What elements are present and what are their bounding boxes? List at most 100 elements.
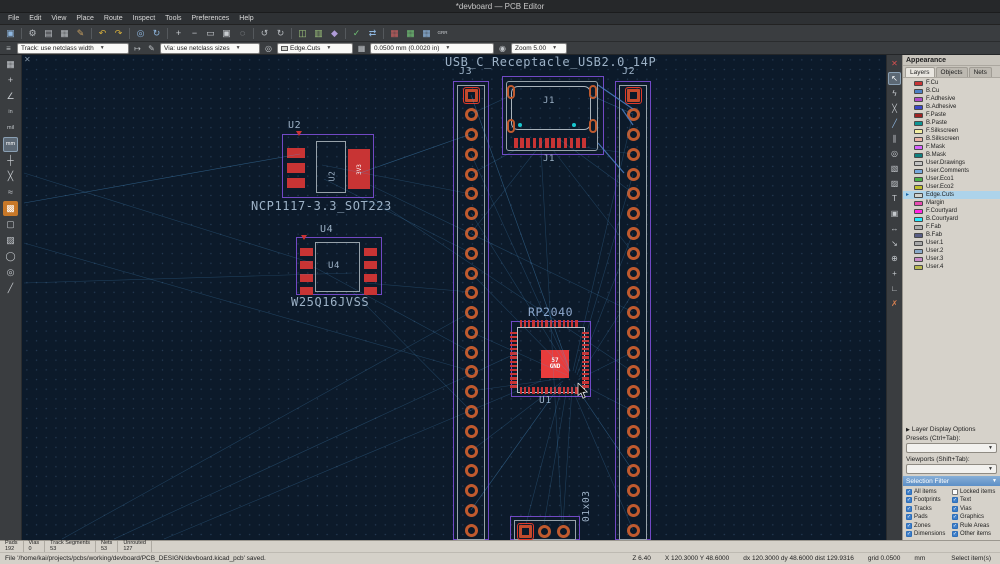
u1-pad-right[interactable] <box>582 344 589 346</box>
checkbox[interactable]: ✓ <box>952 531 958 537</box>
u1-pad-left[interactable] <box>510 377 517 379</box>
layer-row-user-3[interactable]: User.3 <box>903 255 1000 263</box>
find-icon[interactable]: ◎ <box>133 26 148 41</box>
drc-icon[interactable]: ✓ <box>349 26 364 41</box>
layer-color-swatch[interactable] <box>914 161 923 166</box>
auto-track-width-icon[interactable]: ↦ <box>132 43 143 54</box>
u4-pad-left[interactable] <box>300 261 313 269</box>
checkbox[interactable]: ✓ <box>906 489 912 495</box>
j3-pad[interactable] <box>465 405 478 418</box>
j2-pad[interactable] <box>627 464 640 477</box>
layer-row-f-mask[interactable]: F.Mask <box>903 143 1000 151</box>
units-inches-icon[interactable]: in <box>3 105 18 120</box>
layer-row-b-courtyard[interactable]: B.Courtyard <box>903 215 1000 223</box>
pcb-canvas[interactable]: ✕ USB_C_Receptacle_USB2.0_14P J3 J2 J1 J… <box>22 55 886 540</box>
j2-pad[interactable] <box>627 207 640 220</box>
footprint-editor-icon[interactable]: ◫ <box>295 26 310 41</box>
u2-pad[interactable] <box>287 178 305 188</box>
layer-color-swatch[interactable] <box>914 121 923 126</box>
u1-pad-left[interactable] <box>510 352 517 354</box>
object-visibility-icon[interactable]: ▦ <box>419 26 434 41</box>
j1-pin-pad[interactable] <box>551 138 555 148</box>
layer-row-margin[interactable]: Margin <box>903 199 1000 207</box>
checkbox[interactable]: ✓ <box>952 514 958 520</box>
layer-row-user-eco2[interactable]: User.Eco2 <box>903 183 1000 191</box>
j2-pad[interactable] <box>627 425 640 438</box>
j2-pad[interactable] <box>627 267 640 280</box>
layer-row-b-adhesive[interactable]: B.Adhesive <box>903 103 1000 111</box>
cursor-shape-icon[interactable]: ┼ <box>3 153 18 168</box>
u1-pad-bottom[interactable] <box>532 387 534 394</box>
u1-pad-top[interactable] <box>524 320 526 327</box>
j5-pad[interactable] <box>557 525 570 538</box>
set-origin-icon[interactable]: + <box>888 267 901 280</box>
u1-pad-bottom[interactable] <box>528 387 530 394</box>
layer-row-b-silkscreen[interactable]: B.Silkscreen <box>903 135 1000 143</box>
viewports-combo[interactable]: ▼ <box>906 464 997 474</box>
u1-value-label[interactable]: RP2040 <box>528 307 573 319</box>
u1-pad-left[interactable] <box>510 344 517 346</box>
j2-pad[interactable] <box>627 128 640 141</box>
menu-route[interactable]: Route <box>99 15 128 22</box>
edit-sizes-icon[interactable]: ✎ <box>146 43 157 54</box>
j3-pad[interactable] <box>465 464 478 477</box>
j3-pad[interactable] <box>465 326 478 339</box>
menu-help[interactable]: Help <box>234 15 258 22</box>
print-icon[interactable]: ▦ <box>57 26 72 41</box>
zoom-in-icon[interactable]: + <box>171 26 186 41</box>
zoom-icon[interactable]: ◉ <box>497 43 508 54</box>
zoom-selection-icon[interactable]: ◌ <box>235 26 250 41</box>
j1-pin-pad[interactable] <box>576 138 580 148</box>
j1-pin-pad[interactable] <box>570 138 574 148</box>
track-outline-icon[interactable]: ╱ <box>3 281 18 296</box>
menu-place[interactable]: Place <box>71 15 99 22</box>
local-ratsnest-icon[interactable]: ╳ <box>888 102 901 115</box>
j1-pin-pad[interactable] <box>582 138 586 148</box>
grr-badge[interactable]: GRR <box>435 26 450 41</box>
highlight-net-icon[interactable]: ϟ <box>888 87 901 100</box>
j3-pad[interactable] <box>465 227 478 240</box>
layer-color-swatch[interactable] <box>914 145 923 150</box>
j1-pin-pad[interactable] <box>564 138 568 148</box>
units-mm-icon[interactable]: mm <box>3 137 18 152</box>
layer-color-swatch[interactable] <box>914 113 923 118</box>
checkbox[interactable]: ✓ <box>906 523 912 529</box>
presets-combo[interactable]: ▼ <box>906 443 997 453</box>
filter-other-items[interactable]: ✓Other items <box>952 531 998 539</box>
layer-row-f-fab[interactable]: F.Fab <box>903 223 1000 231</box>
j1-ref-label-2[interactable]: J1 <box>543 155 555 164</box>
checkbox[interactable]: ✓ <box>906 514 912 520</box>
u2-ref-label[interactable]: U2 <box>288 121 301 131</box>
layer-row-f-adhesive[interactable]: F.Adhesive <box>903 95 1000 103</box>
layer-color-swatch[interactable] <box>914 97 923 102</box>
via-size-combo[interactable]: Via: use netclass sizes▼ <box>160 43 260 54</box>
u1-pad-right[interactable] <box>582 385 589 387</box>
j2-pad[interactable] <box>627 365 640 378</box>
j2-pad[interactable] <box>627 187 640 200</box>
leader-icon[interactable]: ↘ <box>888 237 901 250</box>
layer-color-swatch[interactable] <box>914 193 923 198</box>
menu-file[interactable]: File <box>3 15 24 22</box>
j5-pad[interactable] <box>519 525 532 538</box>
add-via-icon[interactable]: ◎ <box>888 147 901 160</box>
u1-pad-right[interactable] <box>582 365 589 367</box>
layer-row-b-paste[interactable]: B.Paste <box>903 119 1000 127</box>
u4-pad-left[interactable] <box>300 274 313 282</box>
layer-color-swatch[interactable] <box>914 233 923 238</box>
j3-pad[interactable] <box>465 425 478 438</box>
dimension-icon[interactable]: ↔ <box>888 222 901 235</box>
j1-pin-pad[interactable] <box>520 138 524 148</box>
u1-ref-label[interactable]: U1 <box>539 396 552 406</box>
layer-color-swatch[interactable] <box>914 153 923 158</box>
u1-pad-bottom[interactable] <box>550 387 552 394</box>
layer-color-swatch[interactable] <box>914 249 923 254</box>
j1-pin-pad[interactable] <box>514 138 518 148</box>
j1-pin-pad[interactable] <box>539 138 543 148</box>
layer-row-f-courtyard[interactable]: F.Courtyard <box>903 207 1000 215</box>
add-textbox-icon[interactable]: ▣ <box>888 207 901 220</box>
u1-pad-right[interactable] <box>582 336 589 338</box>
u1-pad-top[interactable] <box>554 320 556 327</box>
u1-pad-right[interactable] <box>582 381 589 383</box>
j3-pad[interactable] <box>465 504 478 517</box>
layer-row-f-silkscreen[interactable]: F.Silkscreen <box>903 127 1000 135</box>
